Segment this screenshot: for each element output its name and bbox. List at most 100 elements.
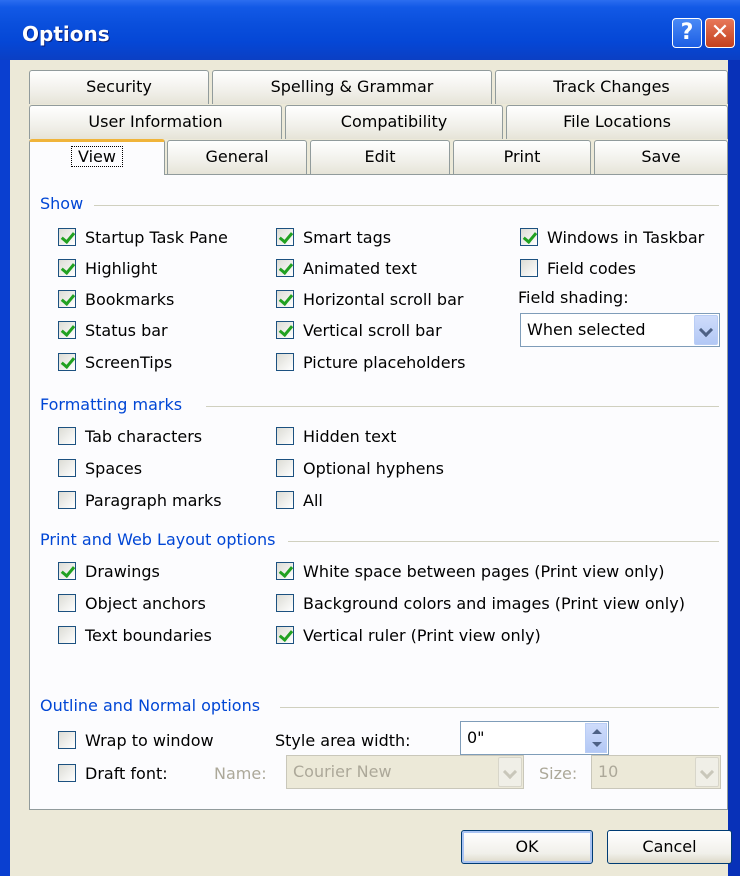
vertical-ruler-checkbox[interactable]: Vertical ruler (Print view only) [276, 624, 541, 646]
show-separator [94, 205, 719, 206]
checkbox-icon [58, 321, 76, 339]
field-shading-dropdown[interactable]: When selected [520, 313, 720, 347]
optional-hyphens-checkbox[interactable]: Optional hyphens [276, 457, 444, 479]
wrap-to-window-checkbox[interactable]: Wrap to window [58, 729, 214, 751]
checkbox-icon [58, 353, 76, 371]
checkbox-icon [276, 626, 294, 644]
tab-characters-checkbox[interactable]: Tab characters [58, 425, 202, 447]
close-button[interactable]: ✕ [705, 18, 735, 48]
draft-font-size-value: 10 [598, 762, 619, 781]
checkbox-icon [520, 259, 538, 277]
checkbox-icon [58, 626, 76, 644]
checkbox-icon [276, 353, 294, 371]
tab-security[interactable]: Security [29, 70, 209, 104]
tab-print[interactable]: Print [453, 140, 591, 174]
checkbox-icon [276, 562, 294, 580]
outline-normal-heading: Outline and Normal options [40, 696, 261, 715]
tab-track-changes[interactable]: Track Changes [495, 70, 728, 104]
tab-save[interactable]: Save [594, 140, 728, 174]
field-codes-checkbox[interactable]: Field codes [520, 257, 636, 279]
checkbox-icon [276, 491, 294, 509]
dialog-title: Options [22, 22, 110, 46]
draft-font-size-dropdown[interactable]: 10 [591, 755, 721, 789]
tab-spelling-grammar[interactable]: Spelling & Grammar [212, 70, 492, 104]
title-bar[interactable]: Options ? ✕ [0, 0, 740, 60]
spinner-icon[interactable] [585, 723, 607, 753]
tab-compatibility[interactable]: Compatibility [285, 105, 503, 139]
ok-button[interactable]: OK [461, 830, 593, 864]
checkbox-icon [58, 259, 76, 277]
tab-view-label: View [71, 146, 123, 167]
checkbox-icon [276, 290, 294, 308]
animated-text-checkbox[interactable]: Animated text [276, 257, 417, 279]
checkbox-icon [276, 427, 294, 445]
vertical-scroll-bar-checkbox[interactable]: Vertical scroll bar [276, 319, 442, 341]
checkbox-icon [58, 491, 76, 509]
options-dialog: Options ? ✕ Security Spelling & Grammar … [0, 0, 740, 876]
window-frame-left [0, 60, 10, 876]
checkbox-icon [58, 731, 76, 749]
windows-in-taskbar-checkbox[interactable]: Windows in Taskbar [520, 226, 704, 248]
checkbox-icon [58, 228, 76, 246]
chevron-down-icon[interactable] [498, 757, 522, 787]
spaces-checkbox[interactable]: Spaces [58, 457, 142, 479]
formatting-marks-heading: Formatting marks [40, 395, 183, 414]
window-frame-right [728, 60, 740, 876]
checkbox-icon [276, 259, 294, 277]
smart-tags-checkbox[interactable]: Smart tags [276, 226, 391, 248]
checkbox-icon [58, 459, 76, 477]
highlight-checkbox[interactable]: Highlight [58, 257, 157, 279]
status-bar-checkbox[interactable]: Status bar [58, 319, 168, 341]
tab-edit[interactable]: Edit [310, 140, 450, 174]
draft-font-name-value: Courier New [293, 762, 392, 781]
checkbox-icon [276, 594, 294, 612]
print-web-layout-heading: Print and Web Layout options [40, 530, 276, 549]
help-button[interactable]: ? [672, 18, 702, 48]
spin-down-icon[interactable] [592, 742, 602, 747]
show-group-heading: Show [40, 194, 84, 213]
object-anchors-checkbox[interactable]: Object anchors [58, 592, 206, 614]
style-area-width-value: 0" [467, 728, 485, 747]
size-label: Size: [539, 764, 578, 783]
print-web-separator [288, 541, 719, 542]
tab-user-information[interactable]: User Information [29, 105, 282, 139]
checkbox-icon [58, 562, 76, 580]
background-colors-images-checkbox[interactable]: Background colors and images (Print view… [276, 592, 685, 614]
drawings-checkbox[interactable]: Drawings [58, 560, 160, 582]
checkbox-icon [276, 321, 294, 339]
checkbox-icon [276, 459, 294, 477]
name-label: Name: [214, 764, 267, 783]
view-tab-panel: Show Startup Task Pane Highlight Bookmar… [29, 174, 728, 810]
all-checkbox[interactable]: All [276, 489, 323, 511]
draft-font-checkbox[interactable]: Draft font: [58, 762, 168, 784]
tab-view[interactable]: View [29, 139, 165, 175]
tab-general[interactable]: General [167, 140, 307, 174]
draft-font-name-dropdown[interactable]: Courier New [286, 755, 524, 789]
horizontal-scroll-bar-checkbox[interactable]: Horizontal scroll bar [276, 288, 463, 310]
style-area-width-label: Style area width: [275, 731, 411, 750]
checkbox-icon [58, 764, 76, 782]
white-space-between-pages-checkbox[interactable]: White space between pages (Print view on… [276, 560, 664, 582]
checkbox-icon [58, 594, 76, 612]
checkbox-icon [58, 290, 76, 308]
bookmarks-checkbox[interactable]: Bookmarks [58, 288, 174, 310]
text-boundaries-checkbox[interactable]: Text boundaries [58, 624, 212, 646]
cancel-button[interactable]: Cancel [607, 830, 732, 864]
checkbox-icon [520, 228, 538, 246]
field-shading-value: When selected [527, 320, 646, 339]
style-area-width-input[interactable]: 0" [460, 721, 609, 755]
chevron-down-icon[interactable] [694, 315, 718, 345]
screentips-checkbox[interactable]: ScreenTips [58, 351, 172, 373]
chevron-down-icon[interactable] [695, 757, 719, 787]
picture-placeholders-checkbox[interactable]: Picture placeholders [276, 351, 465, 373]
startup-task-pane-checkbox[interactable]: Startup Task Pane [58, 226, 228, 248]
checkbox-icon [58, 427, 76, 445]
tab-file-locations[interactable]: File Locations [506, 105, 728, 139]
spin-up-icon[interactable] [592, 729, 602, 734]
formatting-separator [206, 406, 719, 407]
field-shading-label: Field shading: [518, 288, 629, 307]
outline-separator [280, 707, 719, 708]
paragraph-marks-checkbox[interactable]: Paragraph marks [58, 489, 222, 511]
hidden-text-checkbox[interactable]: Hidden text [276, 425, 396, 447]
checkbox-icon [276, 228, 294, 246]
